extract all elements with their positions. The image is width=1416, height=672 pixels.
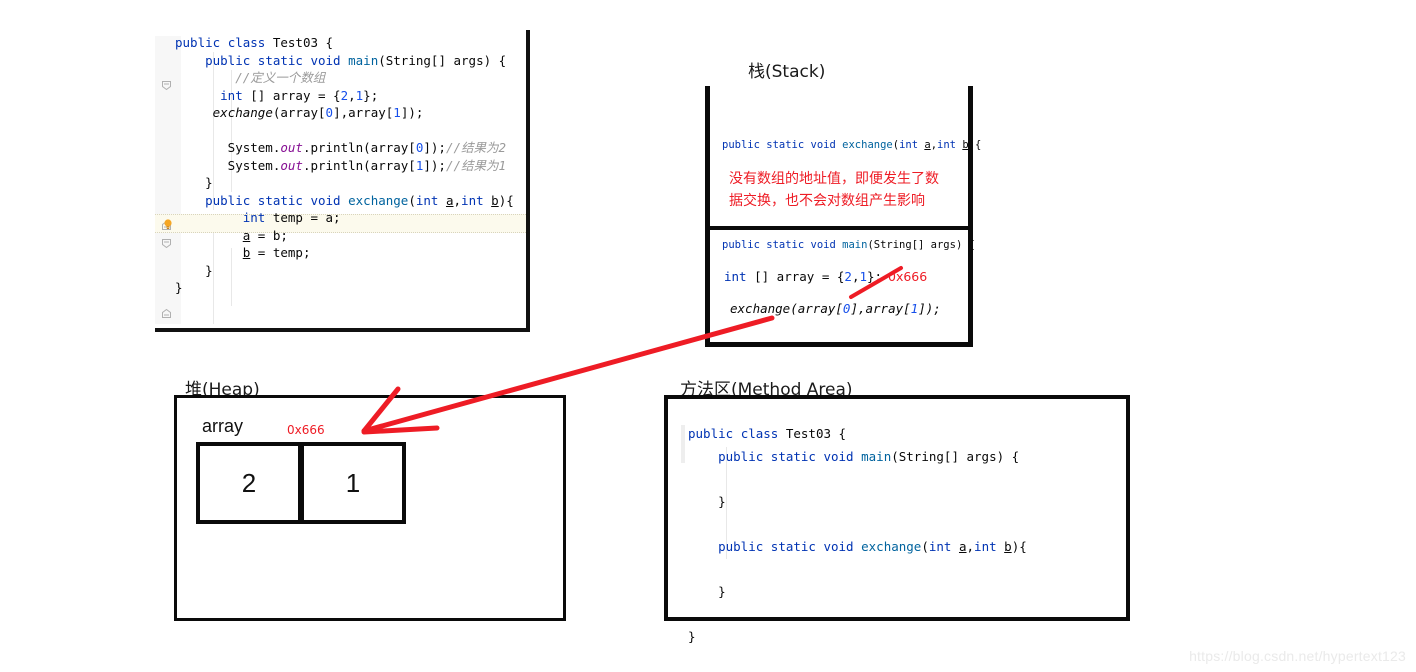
main-frame-declaration: int [] array = {2,1}; (724, 269, 883, 284)
lightbulb-icon[interactable] (162, 217, 174, 229)
array-cell-1: 1 (300, 442, 406, 524)
main-frame-address: 0x666 (888, 269, 928, 284)
diagram-canvas: public class Test03 { public static void… (0, 0, 1416, 672)
method-area-source: public class Test03 { public static void… (688, 426, 1027, 644)
stack-frame-divider (710, 226, 968, 230)
method-area-box: public class Test03 { public static void… (664, 395, 1130, 644)
watermark: https://blog.csdn.net/hypertext123 (1189, 648, 1406, 664)
stack-section-title: 栈(Stack) (748, 62, 826, 82)
code-fold-icon[interactable] (161, 80, 172, 91)
method-area-gutter (681, 425, 685, 463)
heap-array-label: array (202, 416, 244, 436)
main-frame-signature: public static void main(String[] args) { (722, 239, 975, 251)
heap-array-address: 0x666 (287, 423, 325, 437)
stack-box: public static void exchange(int a,int b)… (705, 86, 981, 347)
source-code-panel: public class Test03 { public static void… (155, 30, 530, 332)
array-cell-0: 2 (196, 442, 302, 524)
exchange-frame-note: 没有数组的地址值，即便发生了数 据交换，也不会对数组产生影响 (729, 171, 939, 209)
code-fold-icon[interactable] (161, 308, 172, 319)
code-fold-icon[interactable] (161, 238, 172, 249)
editor-source[interactable]: public class Test03 { public static void… (175, 34, 514, 297)
main-frame-call: exchange(array[0],array[1]); (730, 301, 941, 316)
exchange-frame-signature: public static void exchange(int a,int b)… (722, 139, 982, 151)
heap-array-cells: 2 1 (196, 442, 406, 524)
